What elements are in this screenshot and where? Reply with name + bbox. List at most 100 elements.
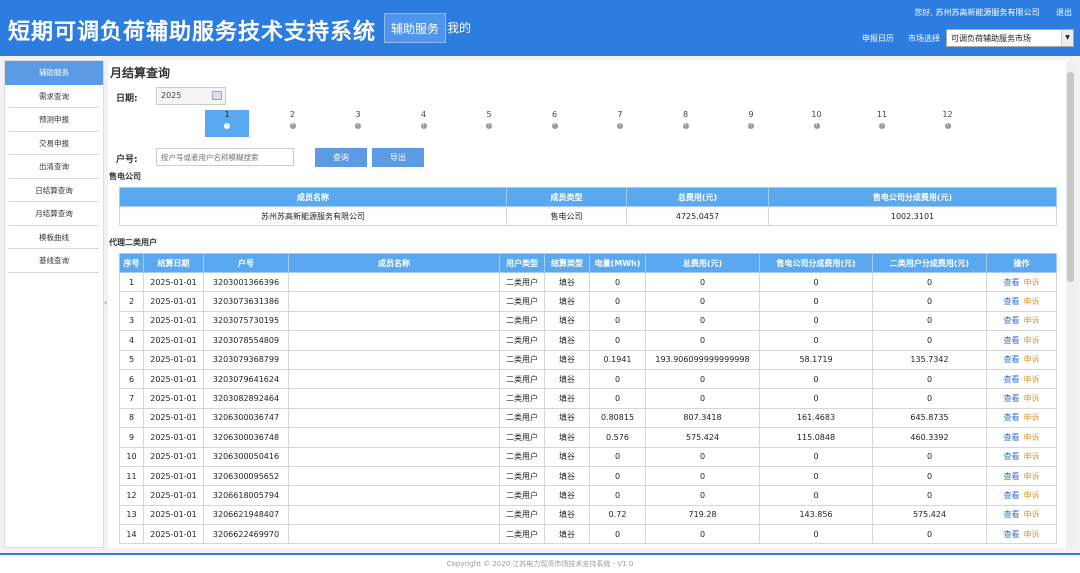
energy-mwh: 0 <box>589 485 646 506</box>
market-select-value: 可调负荷辅助服务市场 <box>951 33 1031 43</box>
month-number: 11 <box>876 110 888 119</box>
appeal-link[interactable]: 申诉 <box>1024 452 1040 461</box>
nav-tab-mine[interactable]: 我的 <box>441 13 477 43</box>
sidebar-item-monthly-settlement[interactable]: 月结算查询 <box>9 202 99 226</box>
company-share-fee: 115.0848 <box>759 427 873 448</box>
warning-icon: ! <box>224 123 230 129</box>
settle-date: 2025-01-01 <box>143 407 204 429</box>
appeal-link[interactable]: 申诉 <box>1024 375 1040 384</box>
view-link[interactable]: 查看 <box>1004 336 1020 345</box>
month-tab-5[interactable]: 5! <box>467 110 511 137</box>
logout-link[interactable]: 退出 <box>1056 8 1072 17</box>
appeal-link[interactable]: 申诉 <box>1024 336 1040 345</box>
view-link[interactable]: 查看 <box>1004 278 1020 287</box>
company-share-fee: 0 <box>759 271 873 293</box>
appeal-link[interactable]: 申诉 <box>1024 510 1040 519</box>
col-energy: 电量(MWh) <box>589 253 646 273</box>
total-fee: 0 <box>645 485 760 506</box>
sidebar-item-forecast-declare[interactable]: 预测申报 <box>9 108 99 132</box>
total-fee: 0 <box>645 446 760 467</box>
month-number: 5 <box>486 110 492 119</box>
user-type: 二类用户 <box>499 291 545 312</box>
sidebar-item-baseline-query[interactable]: 基线查询 <box>9 249 99 273</box>
sidebar-item-demand-query[interactable]: 需求查询 <box>9 85 99 108</box>
appeal-link[interactable]: 申诉 <box>1024 394 1040 403</box>
account-number: 3203001366396 <box>203 271 289 293</box>
appeal-link[interactable]: 申诉 <box>1024 530 1040 539</box>
account-number: 3203078554809 <box>203 330 289 351</box>
month-tab-8[interactable]: 8! <box>664 110 708 137</box>
appeal-link[interactable]: 申诉 <box>1024 297 1040 306</box>
sidebar-item-template-curve[interactable]: 模板曲线 <box>9 226 99 249</box>
month-tab-1[interactable]: 1! <box>205 110 249 137</box>
sidebar-item-daily-settlement[interactable]: 日结算查询 <box>9 179 99 202</box>
view-link[interactable]: 查看 <box>1004 530 1020 539</box>
scrollbar-thumb[interactable] <box>1067 72 1074 282</box>
calendar-link[interactable]: 申报日历 <box>862 33 894 44</box>
month-tab-11[interactable]: 11! <box>860 110 904 137</box>
view-link[interactable]: 查看 <box>1004 297 1020 306</box>
page-scrollbar[interactable] <box>1066 62 1075 548</box>
month-tab-3[interactable]: 3! <box>336 110 380 137</box>
energy-mwh: 0 <box>589 446 646 467</box>
appeal-link[interactable]: 申诉 <box>1024 491 1040 500</box>
view-link[interactable]: 查看 <box>1004 375 1020 384</box>
month-tab-4[interactable]: 4! <box>402 110 446 137</box>
month-tab-6[interactable]: 6! <box>533 110 577 137</box>
user-type: 二类用户 <box>499 427 545 448</box>
view-link[interactable]: 查看 <box>1004 433 1020 442</box>
view-link[interactable]: 查看 <box>1004 394 1020 403</box>
sidebar-item-trade-declare[interactable]: 交易申报 <box>9 132 99 155</box>
nav-tab-aux-service[interactable]: 辅助服务 <box>384 13 447 43</box>
row-index: 7 <box>119 388 144 409</box>
company-share-fee: 0 <box>759 465 873 487</box>
company-share-fee: 0 <box>759 368 873 390</box>
market-select[interactable]: 可调负荷辅助服务市场 ▼ <box>946 29 1074 47</box>
company-share-fee: 1002.3101 <box>768 205 1057 227</box>
view-link[interactable]: 查看 <box>1004 491 1020 500</box>
appeal-link[interactable]: 申诉 <box>1024 355 1040 364</box>
year-picker[interactable]: 2025 <box>156 87 226 105</box>
col-member-type: 成员类型 <box>506 187 627 207</box>
export-button[interactable]: 导出 <box>372 148 424 167</box>
view-link[interactable]: 查看 <box>1004 316 1020 325</box>
warning-icon: ! <box>355 123 361 129</box>
appeal-link[interactable]: 申诉 <box>1024 472 1040 481</box>
col-settle-date: 结算日期 <box>143 253 204 273</box>
view-link[interactable]: 查看 <box>1004 355 1020 364</box>
sidebar-item-aux-service[interactable]: 辅助服务 <box>5 61 103 85</box>
month-tab-9[interactable]: 9! <box>729 110 773 137</box>
table-row: 9 2025-01-01 3206300036748 二类用户 填谷 0.576 575.4… <box>119 427 1057 448</box>
month-tab-12[interactable]: 12! <box>926 110 970 137</box>
company-total-fee: 4725.0457 <box>626 205 769 227</box>
appeal-link[interactable]: 申诉 <box>1024 278 1040 287</box>
company-share-fee: 0 <box>759 446 873 467</box>
view-link[interactable]: 查看 <box>1004 452 1020 461</box>
user-share-fee: 460.3392 <box>872 427 987 448</box>
settle-type: 填谷 <box>544 504 590 526</box>
energy-mwh: 0 <box>589 465 646 487</box>
settle-type: 填谷 <box>544 485 590 506</box>
collapse-sidebar-icon[interactable]: ‹ <box>104 298 107 307</box>
view-link[interactable]: 查看 <box>1004 472 1020 481</box>
warning-icon: ! <box>420 123 427 129</box>
month-tab-10[interactable]: 10! <box>795 110 839 137</box>
settle-date: 2025-01-01 <box>143 271 204 293</box>
company-share-fee: 0 <box>759 524 873 545</box>
appeal-link[interactable]: 申诉 <box>1024 413 1040 422</box>
company-share-fee: 0 <box>759 310 873 332</box>
month-tab-2[interactable]: 2! <box>271 110 315 137</box>
account-search-input[interactable] <box>156 148 294 166</box>
query-button[interactable]: 查询 <box>315 148 367 167</box>
appeal-link[interactable]: 申诉 <box>1024 316 1040 325</box>
company-type: 售电公司 <box>506 205 627 227</box>
settle-date: 2025-01-01 <box>143 349 204 370</box>
month-tab-7[interactable]: 7! <box>598 110 642 137</box>
sidebar-item-clearing-query[interactable]: 出清查询 <box>9 155 99 179</box>
appeal-link[interactable]: 申诉 <box>1024 433 1040 442</box>
view-link[interactable]: 查看 <box>1004 510 1020 519</box>
date-label: 日期: <box>116 94 138 104</box>
total-fee: 719.28 <box>645 504 760 526</box>
view-link[interactable]: 查看 <box>1004 413 1020 422</box>
settle-type: 填谷 <box>544 368 590 390</box>
